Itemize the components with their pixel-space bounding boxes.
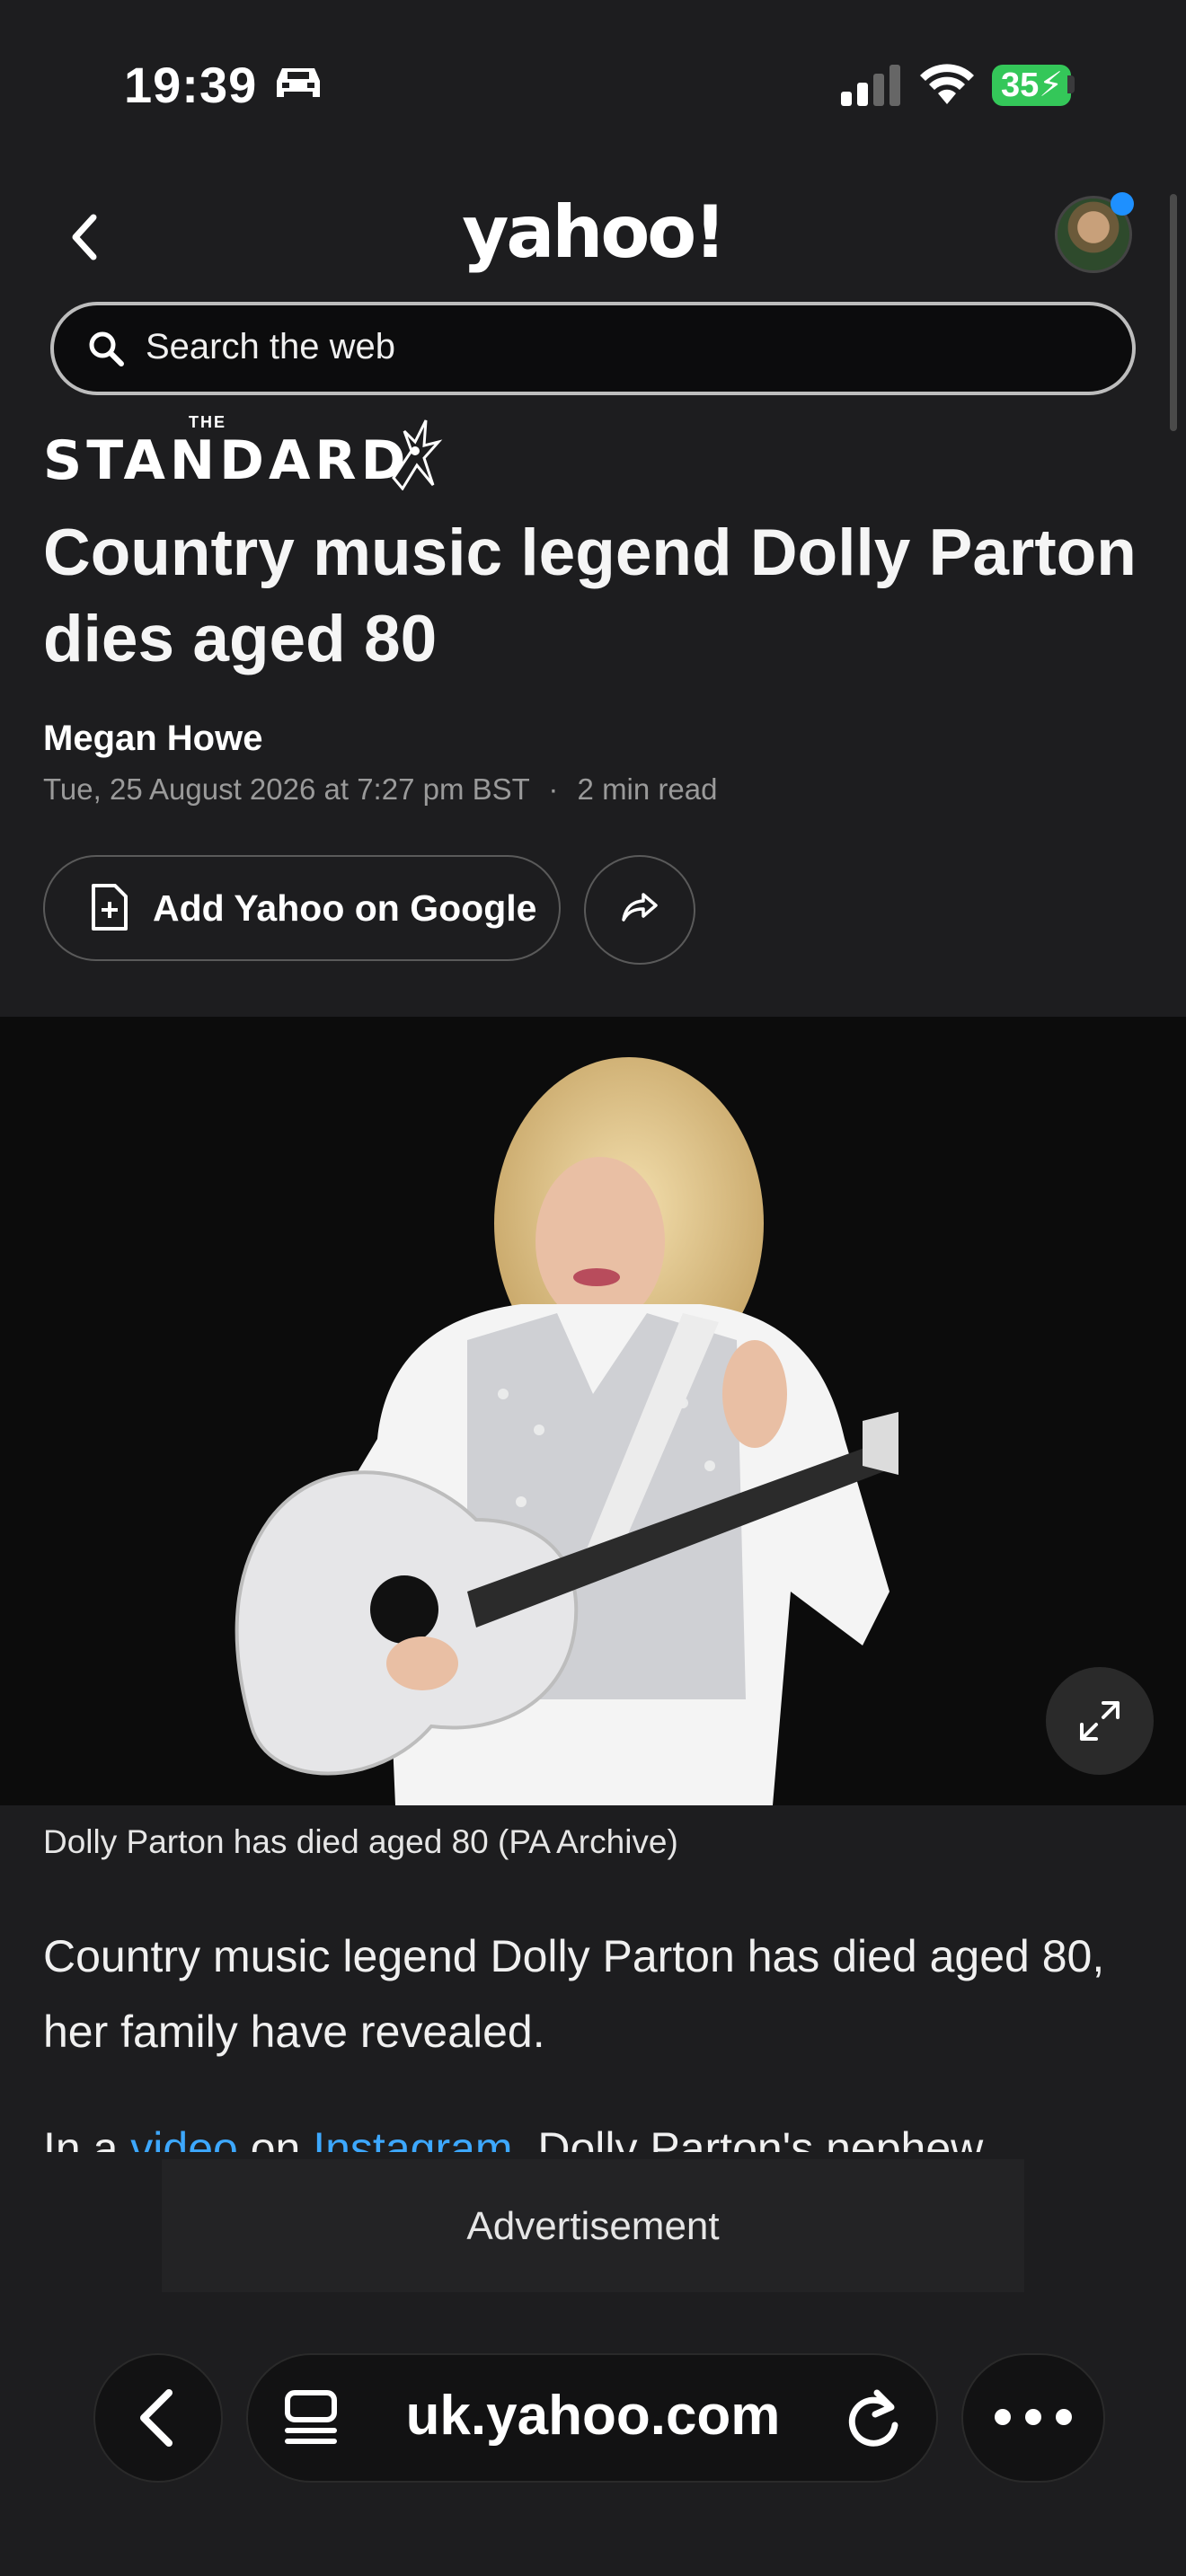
article-hero-image[interactable] bbox=[0, 1017, 1186, 1805]
publisher-name[interactable]: STANDARD bbox=[43, 429, 410, 492]
add-document-icon bbox=[90, 882, 129, 937]
article-meta: Tue, 25 August 2026 at 7:27 pm BST · 2 m… bbox=[43, 772, 717, 807]
status-time: 19:39 bbox=[124, 57, 258, 113]
yahoo-logo[interactable]: yahoo! bbox=[0, 190, 1186, 274]
car-icon bbox=[270, 63, 327, 107]
video-link[interactable]: video bbox=[130, 2123, 238, 2152]
article-headline: Country music legend Dolly Parton dies a… bbox=[43, 516, 1137, 675]
add-yahoo-google-label: Add Yahoo on Google bbox=[153, 887, 537, 929]
author-name[interactable]: Megan Howe bbox=[43, 719, 262, 759]
expand-icon bbox=[1076, 1698, 1123, 1749]
share-icon bbox=[620, 889, 659, 930]
search-icon bbox=[86, 329, 126, 373]
p2-suffix: , Dolly Parton's nephew bbox=[512, 2123, 984, 2152]
wifi-icon bbox=[918, 61, 976, 110]
signal-icon bbox=[839, 65, 902, 110]
instagram-link[interactable]: Instagram bbox=[313, 2123, 512, 2152]
notification-dot bbox=[1111, 192, 1134, 216]
publish-date: Tue, 25 August 2026 at 7:27 pm BST bbox=[43, 772, 530, 806]
battery-icon: 35⚡ bbox=[992, 65, 1071, 106]
battery-cap bbox=[1067, 75, 1075, 93]
reload-icon[interactable] bbox=[845, 2387, 904, 2455]
meta-separator: · bbox=[548, 772, 559, 806]
tabs-icon[interactable] bbox=[282, 2389, 340, 2453]
battery-level: 35 bbox=[1001, 66, 1040, 104]
url-text[interactable]: uk.yahoo.com bbox=[368, 2384, 818, 2448]
read-time: 2 min read bbox=[577, 772, 718, 806]
back-arrow-icon bbox=[131, 2386, 185, 2455]
advertisement-label: Advertisement bbox=[466, 2204, 720, 2248]
p2-prefix: In a bbox=[43, 2123, 131, 2152]
performer-photo bbox=[0, 1017, 1186, 1805]
article-paragraph: Country music legend Dolly Parton has di… bbox=[43, 1931, 1105, 2057]
search-placeholder: Search the web bbox=[146, 327, 395, 366]
image-caption: Dolly Parton has died aged 80 (PA Archiv… bbox=[43, 1823, 678, 1860]
article-paragraph-2: In a video on Instagram, Dolly Parton's … bbox=[43, 2111, 1148, 2152]
standard-emblem-icon bbox=[385, 415, 446, 495]
p2-mid: on bbox=[237, 2123, 314, 2152]
more-dots-icon bbox=[992, 2404, 1075, 2435]
